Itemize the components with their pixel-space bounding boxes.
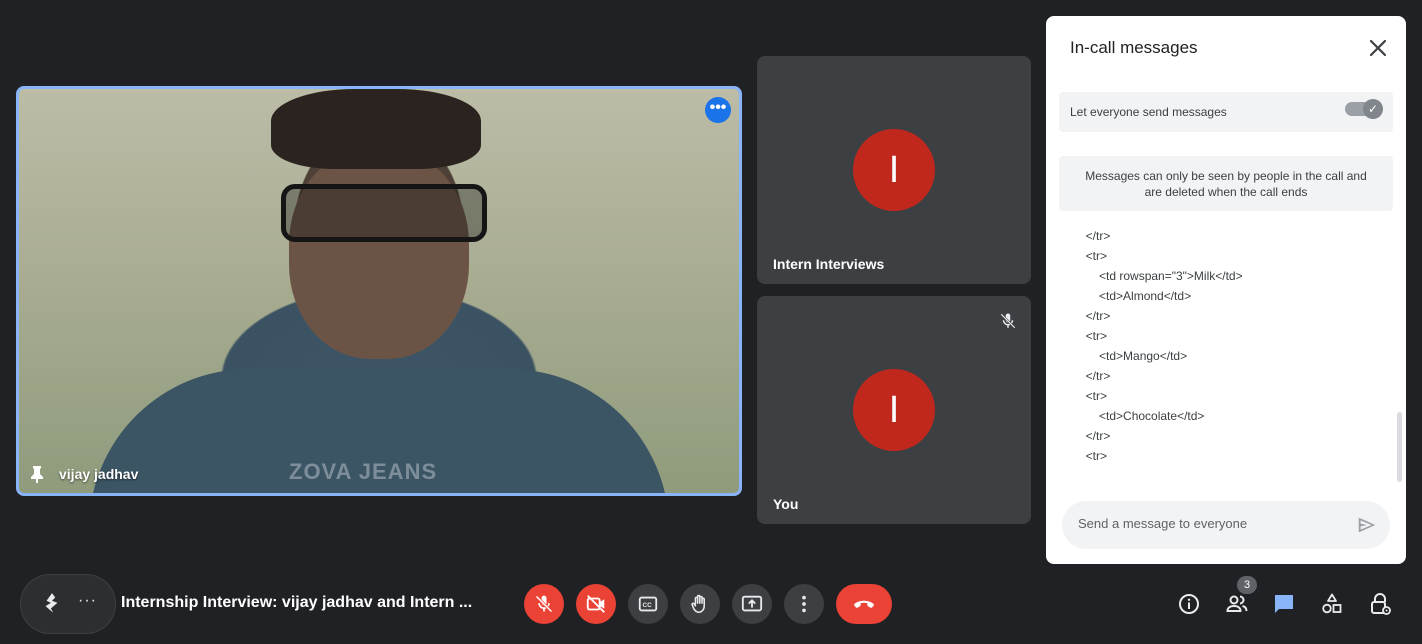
toggle-label: Let everyone send messages: [1070, 105, 1227, 119]
pin-icon[interactable]: [29, 465, 45, 483]
camera-toggle-button[interactable]: [576, 584, 616, 624]
participant-name-tag: vijay jadhav: [29, 465, 138, 483]
raise-hand-button[interactable]: [680, 584, 720, 624]
participant-name: vijay jadhav: [59, 466, 139, 482]
video-shirt-text: ZOVA JEANS: [289, 459, 438, 484]
chat-message-line: </tr>: [1059, 369, 1111, 383]
let-everyone-send-row: Let everyone send messages ✓: [1059, 92, 1393, 132]
participant-tile-you[interactable]: I You: [757, 296, 1031, 524]
send-icon[interactable]: [1356, 514, 1378, 536]
mic-off-icon: [535, 595, 553, 613]
people-icon[interactable]: [1225, 592, 1249, 616]
meeting-details-icon[interactable]: [1177, 592, 1201, 616]
chat-message-line: </tr>: [1059, 229, 1111, 243]
check-icon: ✓: [1363, 99, 1383, 119]
chat-message-line: <tr>: [1059, 249, 1108, 263]
people-count-badge: 3: [1237, 576, 1257, 594]
captions-button[interactable]: CC: [628, 584, 668, 624]
mic-off-icon: [1000, 313, 1016, 329]
chat-message-line: <td rowspan="3">Milk</td>: [1059, 269, 1243, 283]
participant-tile-intern-interviews[interactable]: I Intern Interviews: [757, 56, 1031, 284]
info-text-line-2: are deleted when the call ends: [1144, 185, 1308, 199]
svg-text:CC: CC: [643, 602, 653, 609]
messages-info-box: Messages can only be seen by people in t…: [1059, 156, 1393, 211]
video-face: [289, 149, 469, 359]
chat-message-line: </tr>: [1059, 429, 1111, 443]
activities-shapes-icon[interactable]: [1320, 592, 1344, 616]
activities-icon: [45, 593, 58, 613]
main-video-tile[interactable]: ZOVA JEANS ••• vijay jadhav: [16, 86, 742, 496]
more-options-button[interactable]: [784, 584, 824, 624]
present-icon: [741, 595, 763, 612]
participant-name: You: [773, 496, 799, 512]
camera-off-icon: [586, 595, 605, 613]
video-glasses: [281, 184, 487, 242]
chat-message-line: </tr>: [1059, 309, 1111, 323]
leave-call-button[interactable]: [836, 584, 892, 624]
panel-title: In-call messages: [1070, 38, 1198, 57]
info-text-line-1: Messages can only be seen by people in t…: [1085, 169, 1367, 183]
chat-message-line: <tr>: [1059, 329, 1108, 343]
chat-message-line: <td>Chocolate</td>: [1059, 409, 1205, 423]
message-input[interactable]: [1076, 515, 1340, 532]
end-call-icon: [854, 600, 874, 608]
chat-message-line: <tr>: [1059, 449, 1108, 463]
chat-icon[interactable]: [1272, 592, 1296, 616]
meeting-title: Internship Interview: vijay jadhav and I…: [121, 594, 473, 611]
raise-hand-icon: [691, 594, 705, 614]
chat-message-line: <td>Almond</td>: [1059, 289, 1192, 303]
close-icon[interactable]: [1366, 36, 1390, 60]
chat-message-line: <tr>: [1059, 389, 1108, 403]
present-screen-button[interactable]: [732, 584, 772, 624]
message-scrollbar[interactable]: [1397, 412, 1402, 482]
captions-icon: CC: [638, 596, 658, 612]
message-list: </tr> <tr> <td rowspan="3">Milk</td> <td…: [1059, 226, 1393, 480]
avatar: I: [853, 129, 935, 211]
participant-name: Intern Interviews: [773, 256, 885, 272]
tile-more-options-button[interactable]: •••: [705, 97, 731, 123]
message-compose-box: [1062, 501, 1390, 549]
chat-message-line: <td>Mango</td>: [1059, 349, 1188, 363]
more-vert-icon: [802, 595, 806, 613]
microphone-toggle-button[interactable]: [524, 584, 564, 624]
send-messages-toggle[interactable]: ✓: [1345, 99, 1383, 119]
more-dots-icon: ···: [78, 592, 97, 609]
host-controls-icon[interactable]: [1368, 592, 1392, 616]
video-hair: [271, 89, 481, 169]
in-call-messages-panel: In-call messages Let everyone send messa…: [1046, 16, 1406, 564]
avatar: I: [853, 369, 935, 451]
companion-activities-button[interactable]: ···: [20, 574, 116, 634]
